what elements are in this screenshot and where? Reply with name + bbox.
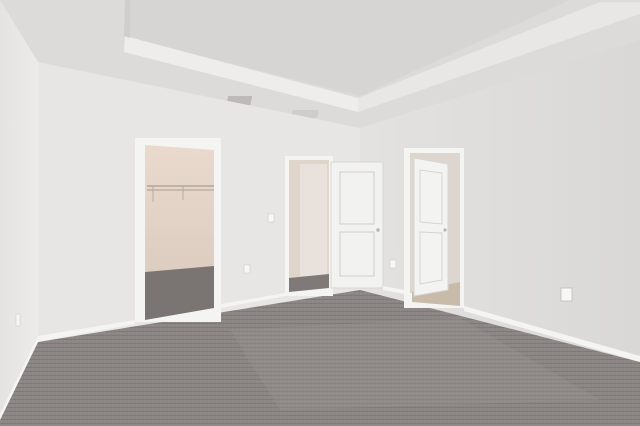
walk-in-closet — [145, 145, 214, 272]
bathroom-door — [330, 161, 384, 289]
hall-door — [413, 157, 449, 297]
wall-outlet-3 — [389, 259, 397, 269]
wall-outlet-2 — [243, 264, 251, 274]
hall-door-knob — [443, 228, 447, 232]
door-knob — [376, 228, 380, 232]
bedroom-photo — [0, 0, 640, 426]
light-switch — [267, 213, 275, 223]
wall-outlet-4 — [560, 287, 573, 302]
tray-inner-edge — [124, 0, 130, 38]
wall-outlet — [15, 313, 21, 327]
bathroom-inner-wall — [300, 164, 327, 276]
